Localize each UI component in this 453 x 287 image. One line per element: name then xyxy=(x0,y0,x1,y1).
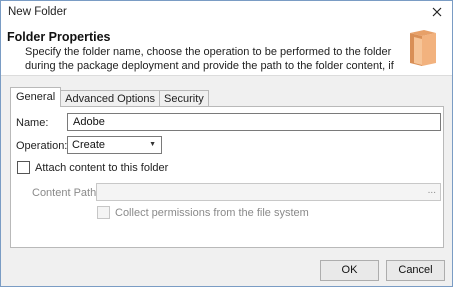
dialog-footer: OK Cancel xyxy=(1,251,452,286)
collect-permissions-label: Collect permissions from the file system xyxy=(115,207,309,219)
name-label: Name: xyxy=(16,117,49,129)
tab-general[interactable]: General xyxy=(10,87,62,107)
collect-permissions-checkbox[interactable] xyxy=(97,206,110,219)
title-bar: New Folder xyxy=(1,1,452,23)
content-path-label: Content Path: xyxy=(32,187,100,199)
content-path-input[interactable]: ... xyxy=(96,183,441,201)
close-button[interactable] xyxy=(426,3,448,21)
new-folder-dialog: New Folder Folder Properties Specify the… xyxy=(0,0,453,287)
attach-content-label: Attach content to this folder xyxy=(35,162,169,174)
operation-selected-value: Create xyxy=(72,139,106,151)
name-input[interactable]: Adobe xyxy=(67,113,441,131)
tab-security[interactable]: Security xyxy=(159,90,209,107)
browse-button[interactable]: ... xyxy=(428,184,436,198)
close-icon xyxy=(432,7,442,17)
operation-label: Operation: xyxy=(16,140,68,152)
chevron-down-icon: ▼ xyxy=(149,141,156,148)
header-title: Folder Properties xyxy=(7,30,111,44)
dialog-body: General Advanced Options Security Name: … xyxy=(1,75,452,251)
operation-dropdown[interactable]: Create ▼ xyxy=(67,136,162,154)
window-title: New Folder xyxy=(8,6,67,18)
dialog-header: Folder Properties Specify the folder nam… xyxy=(1,24,452,86)
cancel-button[interactable]: Cancel xyxy=(386,260,445,281)
general-tab-panel: Name: Adobe Operation: Create ▼ Attach c… xyxy=(10,106,444,248)
attach-content-checkbox[interactable] xyxy=(17,161,30,174)
folder-icon xyxy=(410,30,436,66)
tab-advanced-options[interactable]: Advanced Options xyxy=(60,90,161,107)
ok-button[interactable]: OK xyxy=(320,260,379,281)
tab-strip: General Advanced Options Security xyxy=(10,87,209,107)
